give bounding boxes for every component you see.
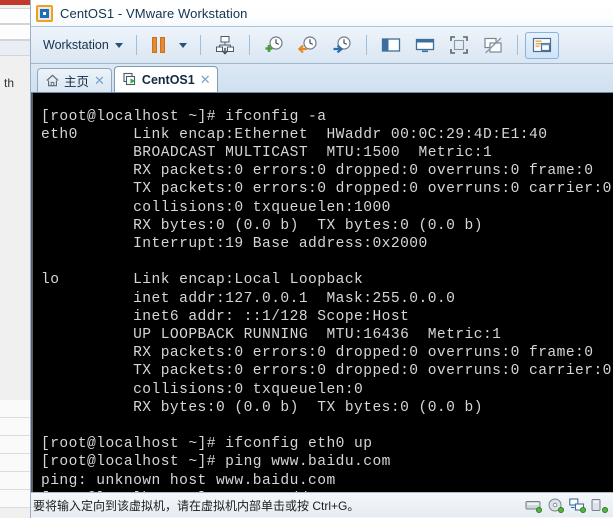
background-window-rows <box>0 400 30 508</box>
snapshot-revert-icon <box>297 34 319 56</box>
title-bar: CentOS1 - VMware Workstation <box>31 0 613 27</box>
background-window-text: th <box>4 76 15 90</box>
snapshot-manager-button[interactable] <box>325 32 359 59</box>
tab-home[interactable]: 主页 ✕ <box>37 68 112 92</box>
window-title: CentOS1 - VMware Workstation <box>60 5 248 21</box>
usb-controller-icon[interactable] <box>591 498 608 513</box>
fullscreen-icon <box>448 34 470 56</box>
workstation-menu-button[interactable]: Workstation <box>37 32 129 59</box>
toolbar-separator <box>365 35 367 55</box>
unity-mode-icon <box>482 34 504 56</box>
background-window-strip-2 <box>0 24 30 40</box>
vm-console[interactable]: [root@localhost ~]# ifconfig -a eth0 Lin… <box>31 93 613 492</box>
main-window: CentOS1 - VMware Workstation Workstation <box>30 0 613 518</box>
pause-icon <box>151 37 165 53</box>
toolbar-separator <box>248 35 250 55</box>
status-device-icons <box>525 497 610 513</box>
status-message: 要将输入定向到该虚拟机，请在虚拟机内部单击或按 Ctrl+G。 <box>33 498 360 513</box>
background-window[interactable]: th <box>0 0 31 518</box>
cd-dvd-icon[interactable] <box>547 498 564 513</box>
manage-vm-button[interactable] <box>208 32 242 59</box>
revert-snapshot-button[interactable] <box>291 32 325 59</box>
home-icon <box>45 73 60 88</box>
snapshot-add-icon <box>263 34 285 56</box>
background-window-strip-1 <box>0 8 30 24</box>
toolbar-separator <box>135 35 137 55</box>
network-adapter-icon[interactable] <box>569 497 586 513</box>
show-sidebar-button[interactable] <box>374 32 408 59</box>
chevron-down-icon <box>178 42 187 48</box>
tab-centos1-close-icon[interactable]: ✕ <box>200 73 211 86</box>
vmware-logo-icon <box>36 4 53 22</box>
background-window-strip-3 <box>0 40 30 56</box>
console-view-icon <box>414 34 436 56</box>
workstation-menu-label: Workstation <box>43 38 109 52</box>
take-snapshot-button[interactable] <box>257 32 291 59</box>
terminal-output: [root@localhost ~]# ifconfig -a eth0 Lin… <box>41 108 613 492</box>
manage-vm-icon <box>214 34 236 56</box>
status-bar: 要将输入定向到该虚拟机，请在虚拟机内部单击或按 Ctrl+G。 <box>31 492 613 517</box>
chevron-down-icon <box>114 42 123 48</box>
unity-mode-button[interactable] <box>476 32 510 59</box>
vmware-workstation-window: th CentOS1 - VMware Workstation Workstat… <box>0 0 613 518</box>
toolbar-separator <box>516 35 518 55</box>
background-window-titlebar <box>0 0 30 5</box>
sidebar-toggle-icon <box>380 34 402 56</box>
pause-button[interactable] <box>144 32 173 59</box>
tab-centos1-label: CentOS1 <box>141 72 195 87</box>
tab-home-label: 主页 <box>64 75 90 89</box>
toolbar-separator <box>199 35 201 55</box>
console-view-button[interactable] <box>408 32 442 59</box>
tab-home-close-icon[interactable]: ✕ <box>94 74 105 87</box>
toolbar: Workstation <box>31 27 613 64</box>
thumbnail-bar-icon <box>531 34 553 56</box>
snapshot-manager-icon <box>331 34 353 56</box>
tab-centos1[interactable]: CentOS1 ✕ <box>113 66 218 92</box>
thumbnail-bar-button[interactable] <box>524 31 559 59</box>
fullscreen-button[interactable] <box>442 32 476 59</box>
hard-disk-icon[interactable] <box>525 498 542 513</box>
vm-running-icon <box>122 72 138 88</box>
tab-bar: 主页 ✕ CentOS1 ✕ <box>31 64 613 93</box>
power-dropdown-button[interactable] <box>173 32 193 59</box>
